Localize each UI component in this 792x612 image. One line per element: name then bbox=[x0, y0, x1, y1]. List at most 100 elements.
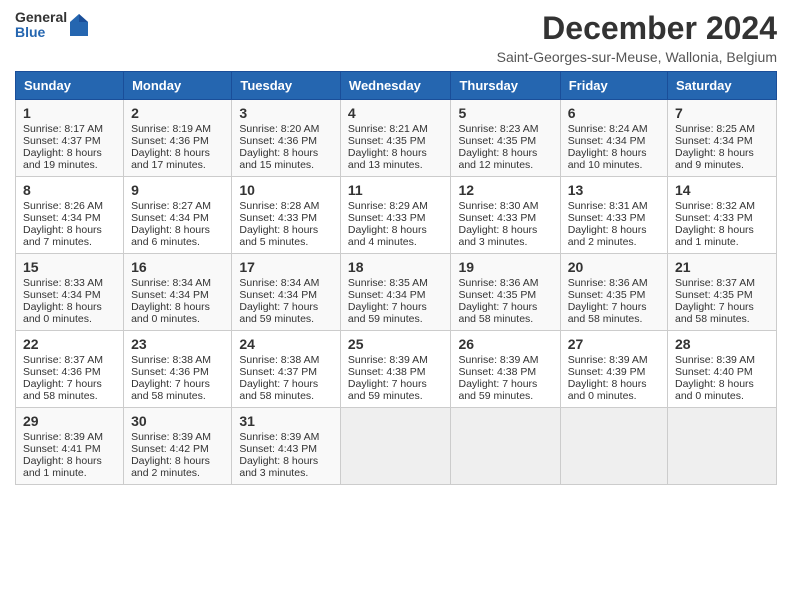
calendar-cell: 20 Sunrise: 8:36 AM Sunset: 4:35 PM Dayl… bbox=[560, 254, 667, 331]
sunrise-label: Sunrise: 8:39 AM bbox=[675, 354, 755, 366]
day-number: 13 bbox=[568, 182, 660, 198]
daylight-label: Daylight: 8 hours and 1 minute. bbox=[675, 224, 754, 248]
day-number: 16 bbox=[131, 259, 224, 275]
sunset-label: Sunset: 4:35 PM bbox=[458, 135, 536, 147]
day-number: 17 bbox=[239, 259, 333, 275]
sunset-label: Sunset: 4:33 PM bbox=[458, 212, 536, 224]
sunrise-label: Sunrise: 8:25 AM bbox=[675, 123, 755, 135]
sunset-label: Sunset: 4:33 PM bbox=[568, 212, 646, 224]
daylight-label: Daylight: 7 hours and 59 minutes. bbox=[458, 378, 537, 402]
weekday-header-row: Sunday Monday Tuesday Wednesday Thursday… bbox=[16, 72, 777, 100]
day-number: 2 bbox=[131, 105, 224, 121]
calendar-cell: 5 Sunrise: 8:23 AM Sunset: 4:35 PM Dayli… bbox=[451, 100, 560, 177]
sunrise-label: Sunrise: 8:19 AM bbox=[131, 123, 211, 135]
sunset-label: Sunset: 4:35 PM bbox=[348, 135, 426, 147]
calendar-cell: 27 Sunrise: 8:39 AM Sunset: 4:39 PM Dayl… bbox=[560, 331, 667, 408]
sunrise-label: Sunrise: 8:21 AM bbox=[348, 123, 428, 135]
calendar-cell bbox=[668, 408, 777, 485]
sunset-label: Sunset: 4:34 PM bbox=[568, 135, 646, 147]
sunrise-label: Sunrise: 8:17 AM bbox=[23, 123, 103, 135]
daylight-label: Daylight: 7 hours and 58 minutes. bbox=[131, 378, 210, 402]
day-number: 9 bbox=[131, 182, 224, 198]
daylight-label: Daylight: 7 hours and 59 minutes. bbox=[239, 301, 318, 325]
sunrise-label: Sunrise: 8:24 AM bbox=[568, 123, 648, 135]
header-tuesday: Tuesday bbox=[232, 72, 341, 100]
sunrise-label: Sunrise: 8:39 AM bbox=[458, 354, 538, 366]
calendar-cell: 31 Sunrise: 8:39 AM Sunset: 4:43 PM Dayl… bbox=[232, 408, 341, 485]
daylight-label: Daylight: 8 hours and 5 minutes. bbox=[239, 224, 318, 248]
sunrise-label: Sunrise: 8:32 AM bbox=[675, 200, 755, 212]
sunrise-label: Sunrise: 8:39 AM bbox=[348, 354, 428, 366]
header-monday: Monday bbox=[124, 72, 232, 100]
header-saturday: Saturday bbox=[668, 72, 777, 100]
day-number: 31 bbox=[239, 413, 333, 429]
sunset-label: Sunset: 4:34 PM bbox=[348, 289, 426, 301]
daylight-label: Daylight: 8 hours and 3 minutes. bbox=[239, 455, 318, 479]
day-number: 15 bbox=[23, 259, 116, 275]
daylight-label: Daylight: 8 hours and 13 minutes. bbox=[348, 147, 427, 171]
calendar-cell: 28 Sunrise: 8:39 AM Sunset: 4:40 PM Dayl… bbox=[668, 331, 777, 408]
calendar-cell: 24 Sunrise: 8:38 AM Sunset: 4:37 PM Dayl… bbox=[232, 331, 341, 408]
sunset-label: Sunset: 4:33 PM bbox=[675, 212, 753, 224]
sunrise-label: Sunrise: 8:29 AM bbox=[348, 200, 428, 212]
calendar-week-row: 15 Sunrise: 8:33 AM Sunset: 4:34 PM Dayl… bbox=[16, 254, 777, 331]
logo: General Blue bbox=[15, 10, 88, 41]
day-number: 7 bbox=[675, 105, 769, 121]
calendar-cell: 15 Sunrise: 8:33 AM Sunset: 4:34 PM Dayl… bbox=[16, 254, 124, 331]
sunset-label: Sunset: 4:35 PM bbox=[675, 289, 753, 301]
daylight-label: Daylight: 8 hours and 7 minutes. bbox=[23, 224, 102, 248]
calendar-cell: 30 Sunrise: 8:39 AM Sunset: 4:42 PM Dayl… bbox=[124, 408, 232, 485]
sunset-label: Sunset: 4:36 PM bbox=[239, 135, 317, 147]
title-area: December 2024 Saint-Georges-sur-Meuse, W… bbox=[497, 10, 777, 65]
logo-icon bbox=[70, 14, 88, 36]
main-title: December 2024 bbox=[497, 10, 777, 47]
day-number: 11 bbox=[348, 182, 444, 198]
sunrise-label: Sunrise: 8:36 AM bbox=[568, 277, 648, 289]
sunset-label: Sunset: 4:33 PM bbox=[239, 212, 317, 224]
daylight-label: Daylight: 8 hours and 10 minutes. bbox=[568, 147, 647, 171]
sunrise-label: Sunrise: 8:34 AM bbox=[131, 277, 211, 289]
daylight-label: Daylight: 7 hours and 59 minutes. bbox=[348, 301, 427, 325]
calendar-cell: 14 Sunrise: 8:32 AM Sunset: 4:33 PM Dayl… bbox=[668, 177, 777, 254]
day-number: 30 bbox=[131, 413, 224, 429]
sunrise-label: Sunrise: 8:39 AM bbox=[23, 431, 103, 443]
calendar-cell: 25 Sunrise: 8:39 AM Sunset: 4:38 PM Dayl… bbox=[340, 331, 451, 408]
daylight-label: Daylight: 8 hours and 12 minutes. bbox=[458, 147, 537, 171]
day-number: 20 bbox=[568, 259, 660, 275]
day-number: 5 bbox=[458, 105, 552, 121]
sunrise-label: Sunrise: 8:31 AM bbox=[568, 200, 648, 212]
daylight-label: Daylight: 8 hours and 6 minutes. bbox=[131, 224, 210, 248]
day-number: 10 bbox=[239, 182, 333, 198]
calendar-cell: 19 Sunrise: 8:36 AM Sunset: 4:35 PM Dayl… bbox=[451, 254, 560, 331]
sunset-label: Sunset: 4:34 PM bbox=[675, 135, 753, 147]
logo-blue: Blue bbox=[15, 25, 67, 40]
day-number: 25 bbox=[348, 336, 444, 352]
calendar-week-row: 1 Sunrise: 8:17 AM Sunset: 4:37 PM Dayli… bbox=[16, 100, 777, 177]
day-number: 29 bbox=[23, 413, 116, 429]
daylight-label: Daylight: 8 hours and 0 minutes. bbox=[131, 301, 210, 325]
day-number: 27 bbox=[568, 336, 660, 352]
sunset-label: Sunset: 4:39 PM bbox=[568, 366, 646, 378]
daylight-label: Daylight: 8 hours and 19 minutes. bbox=[23, 147, 102, 171]
sunset-label: Sunset: 4:34 PM bbox=[23, 289, 101, 301]
sunset-label: Sunset: 4:34 PM bbox=[131, 289, 209, 301]
calendar-cell: 17 Sunrise: 8:34 AM Sunset: 4:34 PM Dayl… bbox=[232, 254, 341, 331]
day-number: 6 bbox=[568, 105, 660, 121]
daylight-label: Daylight: 8 hours and 4 minutes. bbox=[348, 224, 427, 248]
day-number: 4 bbox=[348, 105, 444, 121]
sunset-label: Sunset: 4:40 PM bbox=[675, 366, 753, 378]
sunset-label: Sunset: 4:36 PM bbox=[131, 135, 209, 147]
calendar-cell: 22 Sunrise: 8:37 AM Sunset: 4:36 PM Dayl… bbox=[16, 331, 124, 408]
sunset-label: Sunset: 4:35 PM bbox=[568, 289, 646, 301]
sunset-label: Sunset: 4:37 PM bbox=[239, 366, 317, 378]
daylight-label: Daylight: 8 hours and 17 minutes. bbox=[131, 147, 210, 171]
daylight-label: Daylight: 8 hours and 0 minutes. bbox=[568, 378, 647, 402]
calendar-cell bbox=[560, 408, 667, 485]
sunset-label: Sunset: 4:38 PM bbox=[458, 366, 536, 378]
daylight-label: Daylight: 8 hours and 15 minutes. bbox=[239, 147, 318, 171]
day-number: 26 bbox=[458, 336, 552, 352]
sunset-label: Sunset: 4:34 PM bbox=[23, 212, 101, 224]
daylight-label: Daylight: 8 hours and 3 minutes. bbox=[458, 224, 537, 248]
calendar-cell: 2 Sunrise: 8:19 AM Sunset: 4:36 PM Dayli… bbox=[124, 100, 232, 177]
calendar-cell: 21 Sunrise: 8:37 AM Sunset: 4:35 PM Dayl… bbox=[668, 254, 777, 331]
